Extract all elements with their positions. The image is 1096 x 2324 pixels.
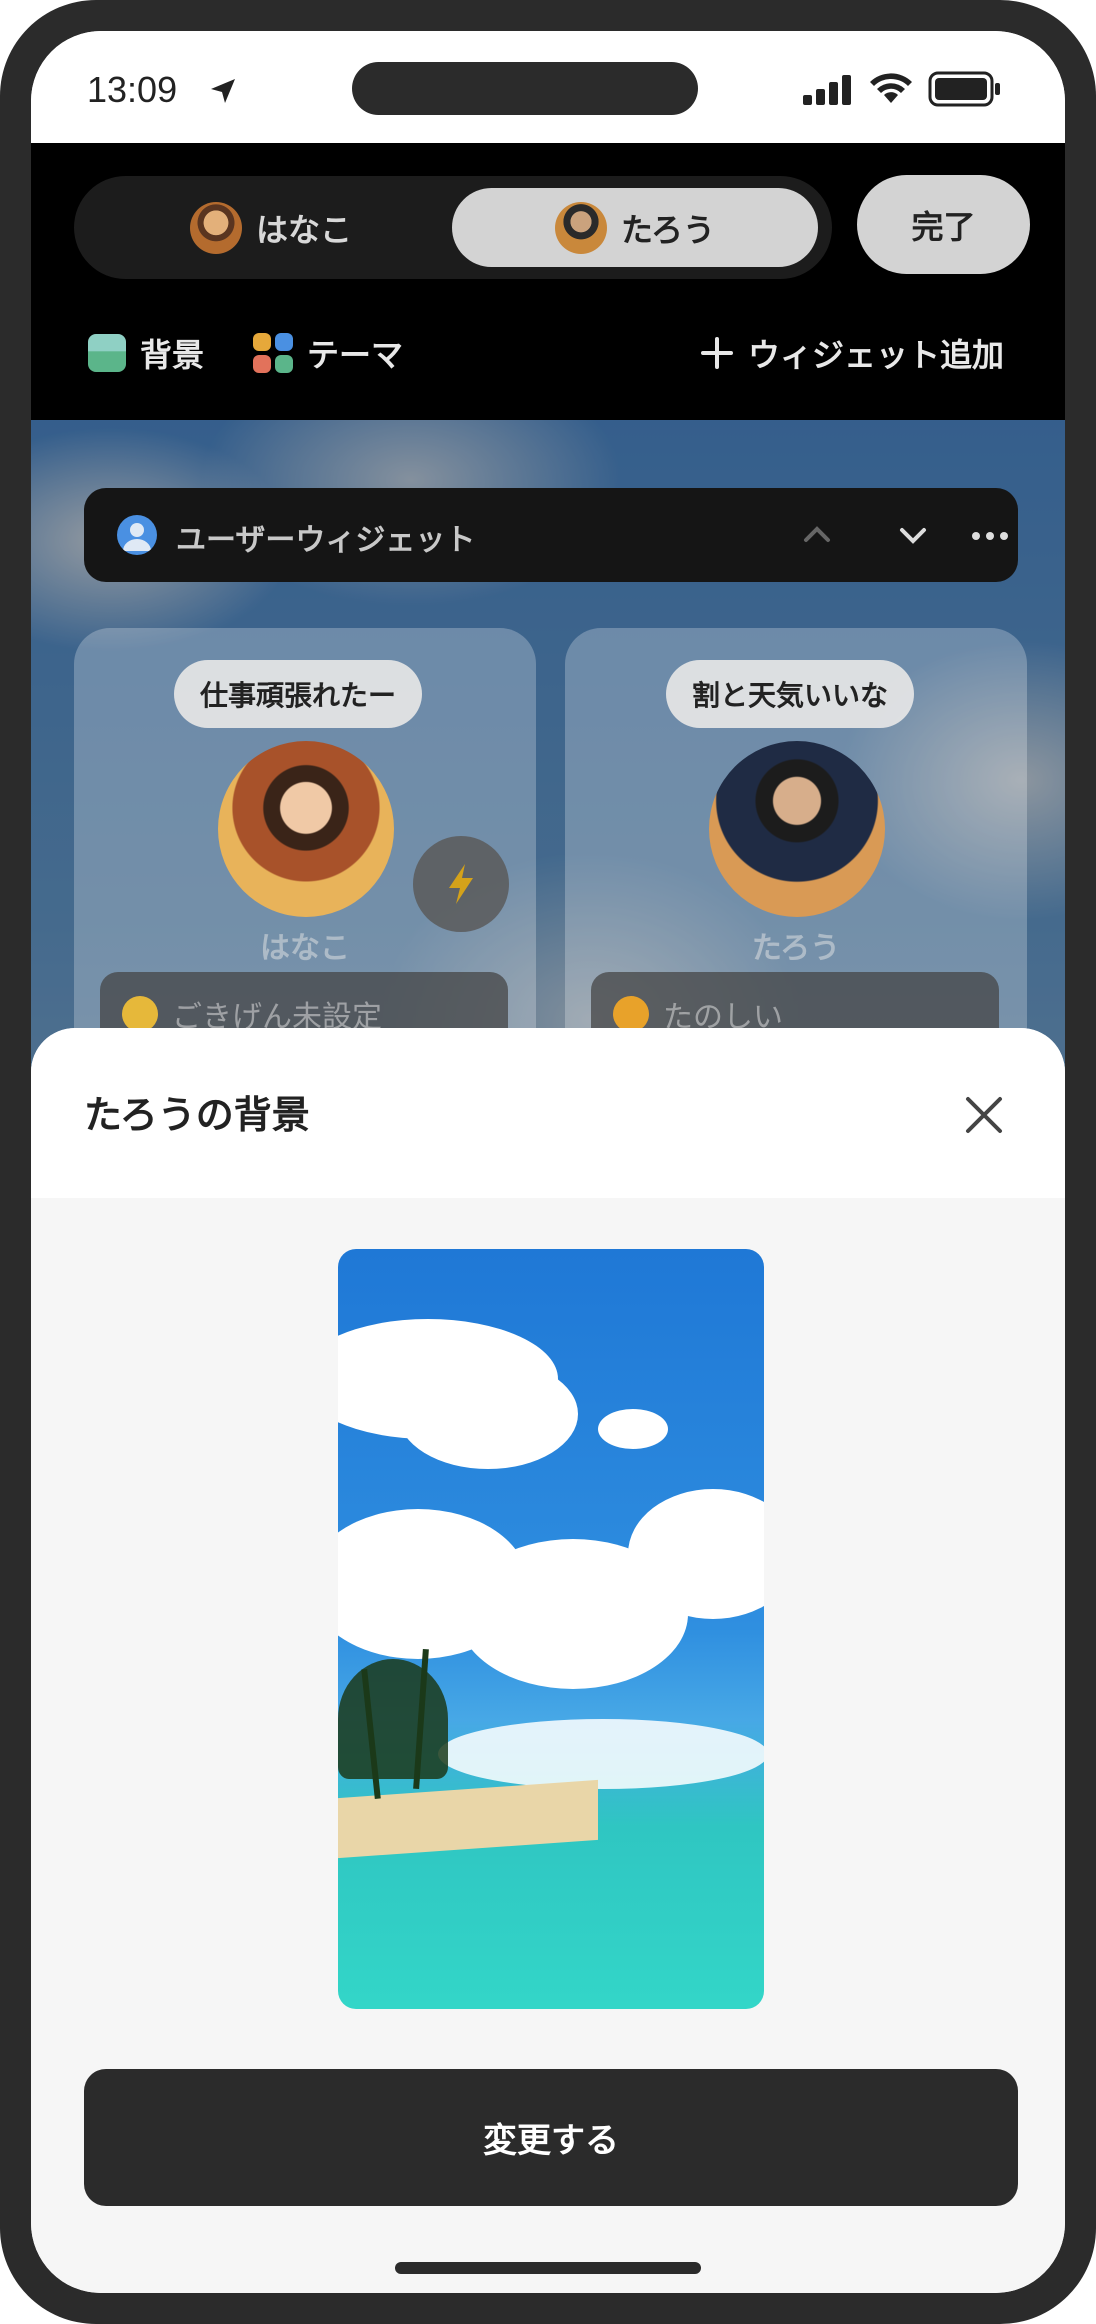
cloud bbox=[398, 1359, 578, 1469]
device-frame: 13:09 はなこ たろう 完了 背景 テーマ ウィジェット追加 ユーザーウィジ… bbox=[0, 0, 1096, 2324]
widget-bar-title: ユーザーウィジェット bbox=[176, 523, 476, 558]
user-switcher: はなこ たろう bbox=[74, 176, 832, 279]
image-icon bbox=[88, 334, 126, 372]
close-icon[interactable] bbox=[963, 1094, 1005, 1136]
edit-toolbar: はなこ たろう 完了 背景 テーマ ウィジェット追加 bbox=[31, 143, 1065, 420]
dynamic-island bbox=[352, 62, 698, 115]
avatar bbox=[709, 741, 885, 917]
location-arrow-icon bbox=[211, 79, 235, 103]
cloud bbox=[598, 1409, 668, 1449]
battery-icon bbox=[928, 71, 1000, 107]
cloud bbox=[458, 1539, 688, 1689]
person-icon bbox=[117, 515, 157, 555]
status-bubble: 割と天気いいな bbox=[666, 660, 915, 728]
user-name: はなこ bbox=[260, 931, 350, 966]
avatar bbox=[189, 201, 242, 254]
status-bar: 13:09 bbox=[31, 31, 1065, 143]
sheet-title: たろうの背景 bbox=[84, 1093, 310, 1137]
background-sheet: たろうの背景 変更する bbox=[31, 1028, 1065, 2293]
screen: 13:09 はなこ たろう 完了 背景 テーマ ウィジェット追加 ユーザーウィジ… bbox=[31, 31, 1065, 2293]
user-tab-hanako[interactable]: はなこ bbox=[88, 188, 454, 267]
cellular-signal-icon bbox=[803, 75, 851, 105]
chevron-down-icon[interactable] bbox=[896, 518, 930, 552]
palette-grid-icon bbox=[253, 333, 293, 373]
change-button[interactable]: 変更する bbox=[84, 2069, 1018, 2206]
add-widget-label: ウィジェット追加 bbox=[748, 336, 1005, 374]
done-button[interactable]: 完了 bbox=[857, 175, 1030, 274]
background-label: 背景 bbox=[140, 336, 205, 374]
user-tab-label: たろう bbox=[620, 210, 716, 249]
palm-canopy bbox=[338, 1659, 448, 1779]
avatar bbox=[554, 201, 607, 254]
user-tab-label: はなこ bbox=[255, 210, 352, 249]
user-name: たろう bbox=[751, 931, 841, 966]
wifi-icon bbox=[870, 73, 912, 103]
theme-button[interactable]: テーマ bbox=[253, 328, 403, 378]
add-widget-button[interactable]: ウィジェット追加 bbox=[700, 328, 1004, 378]
background-button[interactable]: 背景 bbox=[88, 328, 204, 378]
chevron-up-icon[interactable] bbox=[800, 518, 834, 552]
neutral-face-icon bbox=[122, 996, 158, 1032]
lightning-icon[interactable] bbox=[413, 836, 509, 932]
user-widget-bar: ユーザーウィジェット bbox=[84, 488, 1018, 582]
clock: 13:09 bbox=[87, 69, 178, 110]
user-tab-taro[interactable]: たろう bbox=[452, 188, 818, 267]
theme-label: テーマ bbox=[307, 336, 404, 374]
more-icon[interactable] bbox=[972, 532, 1008, 540]
background-preview-image[interactable] bbox=[338, 1249, 764, 2009]
avatar bbox=[218, 741, 394, 917]
plus-icon bbox=[701, 337, 733, 369]
home-indicator bbox=[395, 2262, 701, 2274]
cloud bbox=[438, 1719, 764, 1789]
laughing-face-icon bbox=[613, 996, 649, 1032]
status-bubble: 仕事頑張れたー bbox=[174, 660, 423, 728]
sheet-header: たろうの背景 bbox=[31, 1028, 1065, 1198]
